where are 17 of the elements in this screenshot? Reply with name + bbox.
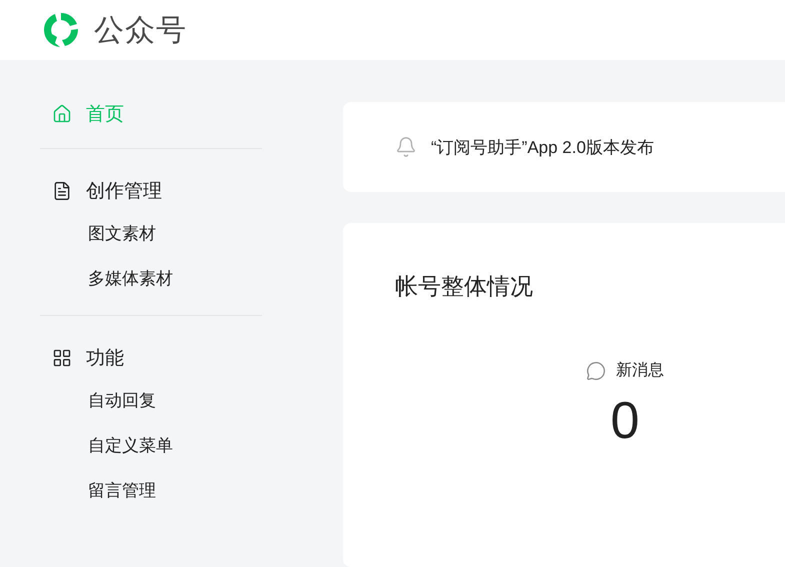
- section-title: 帐号整体情况: [395, 272, 534, 301]
- nav-subitem[interactable]: 留言管理: [40, 468, 262, 513]
- document-icon: [52, 181, 72, 201]
- nav-subitem[interactable]: 自动回复: [40, 378, 262, 423]
- stat-label: 新消息: [616, 360, 664, 381]
- nav-subitem[interactable]: 多媒体素材: [40, 256, 262, 301]
- app-title: 公众号: [94, 12, 187, 48]
- grid-icon: [52, 348, 72, 368]
- home-icon: [52, 104, 72, 124]
- stat-value: 0: [610, 391, 640, 451]
- nav-subitem[interactable]: 自定义菜单: [40, 423, 262, 468]
- notice-text[interactable]: “订阅号助手”App 2.0版本发布: [431, 136, 654, 158]
- speech-bubble-icon: [586, 360, 606, 380]
- nav-subitem[interactable]: 图文素材: [40, 211, 262, 256]
- nav-item[interactable]: 创作管理: [40, 171, 262, 211]
- bell-icon: [395, 136, 417, 158]
- nav-item[interactable]: 功能: [40, 338, 262, 378]
